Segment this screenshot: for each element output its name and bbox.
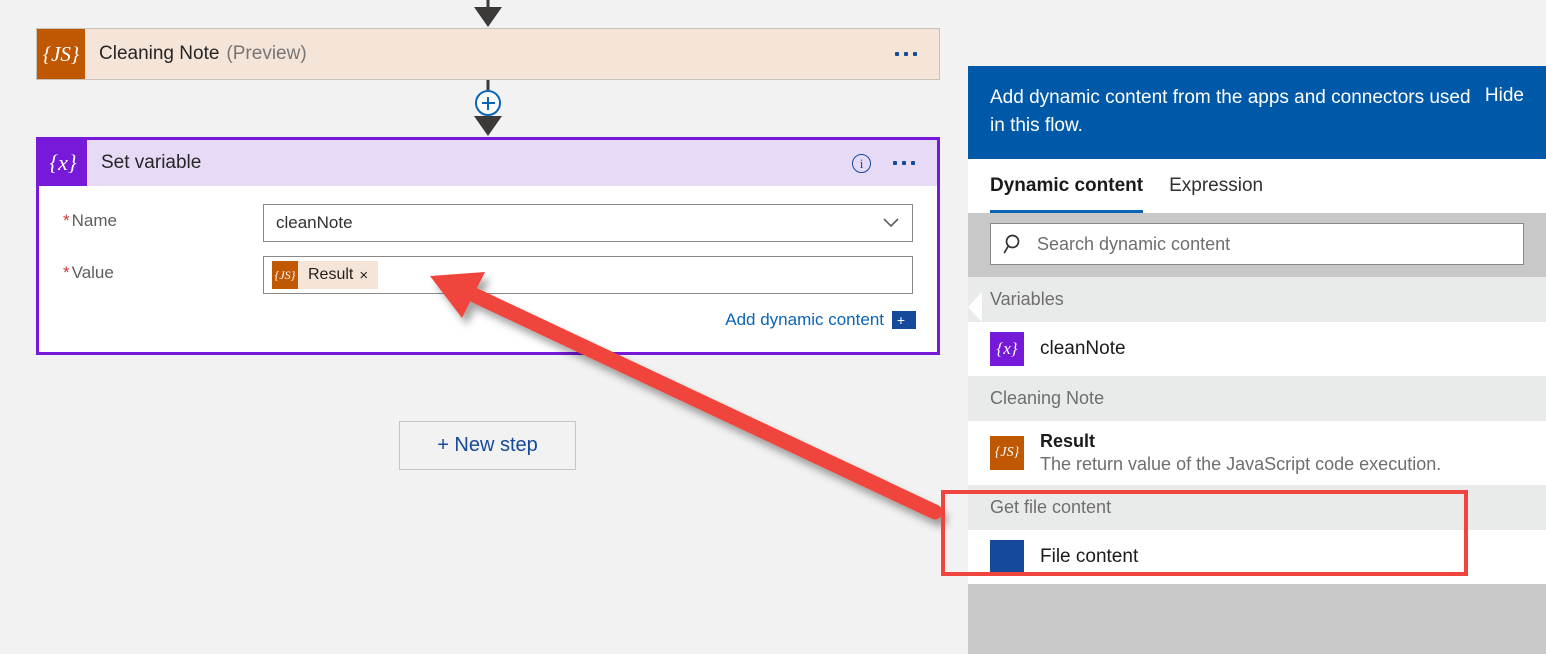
- variable-braces-icon: {x}: [990, 332, 1024, 367]
- flow-card-cleaning-note[interactable]: {JS} Cleaning Note (Preview): [36, 28, 940, 80]
- variable-name-combobox[interactable]: cleanNote: [263, 204, 913, 242]
- hide-panel-link[interactable]: Hide: [1485, 84, 1524, 107]
- card-title-area: Cleaning Note (Preview): [85, 29, 895, 79]
- chevron-down-icon[interactable]: [883, 204, 899, 242]
- add-dynamic-content-link[interactable]: Add dynamic content: [725, 310, 884, 330]
- list-item-result[interactable]: {JS} Result The return value of the Java…: [968, 421, 1546, 486]
- required-marker: *: [63, 211, 70, 230]
- card-header-actions: i: [852, 140, 937, 186]
- flow-card-set-variable[interactable]: {x} Set variable i * Name cleanNote * Va…: [36, 137, 940, 355]
- list-item-description: The return value of the JavaScript code …: [1040, 454, 1442, 475]
- field-row-name: * Name cleanNote: [63, 204, 913, 242]
- js-braces-glyph: {JS}: [274, 267, 296, 282]
- js-braces-icon: {JS}: [272, 261, 298, 289]
- js-braces-glyph: {JS}: [42, 41, 80, 66]
- group-header-variables: Variables: [968, 277, 1546, 323]
- info-icon[interactable]: i: [852, 153, 871, 173]
- field-label-text: Name: [71, 211, 117, 230]
- dynamic-content-list: Variables {x} cleanNote Cleaning Note {J…: [968, 277, 1546, 585]
- list-item-text: cleanNote: [1040, 338, 1524, 360]
- flow-designer-canvas: {JS} Cleaning Note (Preview) {x} Set var…: [0, 0, 960, 654]
- js-braces-icon: {JS}: [990, 436, 1024, 471]
- flow-arrow-down-icon-bottom: [474, 116, 502, 136]
- list-item-title: Result: [1040, 431, 1096, 452]
- dynamic-content-token-result[interactable]: {JS} Result ×: [272, 261, 379, 289]
- ellipsis-icon: [895, 52, 917, 56]
- group-header-get-file-content: Get file content: [968, 485, 1546, 531]
- group-header-cleaning-note: Cleaning Note: [968, 376, 1546, 422]
- field-label-name: * Name: [63, 204, 263, 231]
- card-header: {x} Set variable i: [39, 140, 937, 186]
- list-item-file-content[interactable]: File content: [968, 530, 1546, 585]
- close-icon[interactable]: ×: [359, 268, 378, 283]
- search-placeholder: Search dynamic content: [1037, 233, 1231, 254]
- flow-arrow-down-icon-top: [474, 0, 502, 27]
- field-row-value: * Value {JS} Result ×: [63, 256, 913, 294]
- list-item-title: File content: [1040, 546, 1139, 568]
- variable-braces-glyph: {x}: [49, 150, 77, 175]
- panel-pointer-notch: [968, 292, 982, 322]
- field-control-value: {JS} Result ×: [263, 256, 913, 294]
- token-label: Result: [308, 266, 354, 283]
- js-braces-glyph: {JS}: [994, 445, 1020, 461]
- panel-tabs: Dynamic content Expression: [968, 159, 1546, 214]
- variable-braces-icon: {x}: [39, 140, 87, 186]
- new-step-button[interactable]: + New step: [399, 421, 576, 470]
- list-item-title: cleanNote: [1040, 338, 1126, 360]
- card-body: * Name cleanNote * Value {JS} Result × A…: [39, 186, 937, 330]
- connector-icon: [990, 540, 1024, 575]
- panel-header-text: Add dynamic content from the apps and co…: [990, 87, 1471, 136]
- tab-expression[interactable]: Expression: [1169, 159, 1263, 213]
- add-dynamic-content-icon[interactable]: +: [892, 311, 913, 329]
- list-item-cleannote[interactable]: {x} cleanNote: [968, 322, 1546, 377]
- panel-header: Add dynamic content from the apps and co…: [968, 66, 1546, 160]
- field-control-name: cleanNote: [263, 204, 913, 242]
- panel-search-area: Search dynamic content: [968, 213, 1546, 278]
- new-step-label: + New step: [437, 434, 538, 456]
- add-step-plus-icon[interactable]: [475, 90, 501, 116]
- add-dynamic-content-control: Add dynamic content +: [263, 308, 913, 330]
- card-menu-button[interactable]: [895, 29, 939, 79]
- search-input[interactable]: Search dynamic content: [990, 223, 1524, 266]
- js-braces-icon: {JS}: [37, 29, 85, 79]
- ellipsis-icon[interactable]: [893, 161, 915, 165]
- field-label-value: * Value: [63, 256, 263, 283]
- variable-value-input[interactable]: {JS} Result ×: [263, 256, 913, 294]
- variable-braces-glyph: {x}: [996, 339, 1018, 359]
- plus-vertical-bar: [487, 96, 489, 110]
- card-subtitle: (Preview): [226, 43, 307, 64]
- add-dynamic-content-wrapper: Add dynamic content +: [263, 308, 913, 330]
- card-title: Cleaning Note: [99, 43, 220, 64]
- card-title: Set variable: [101, 152, 202, 173]
- add-dynamic-content-row: Add dynamic content +: [63, 308, 913, 330]
- tab-dynamic-content[interactable]: Dynamic content: [990, 159, 1144, 214]
- search-icon: [1003, 233, 1025, 255]
- list-item-text: File content: [1040, 546, 1524, 568]
- list-item-text: Result The return value of the JavaScrip…: [1040, 431, 1524, 475]
- required-marker: *: [63, 263, 70, 282]
- dynamic-content-panel: Add dynamic content from the apps and co…: [968, 66, 1546, 654]
- field-label-text: Value: [71, 263, 114, 282]
